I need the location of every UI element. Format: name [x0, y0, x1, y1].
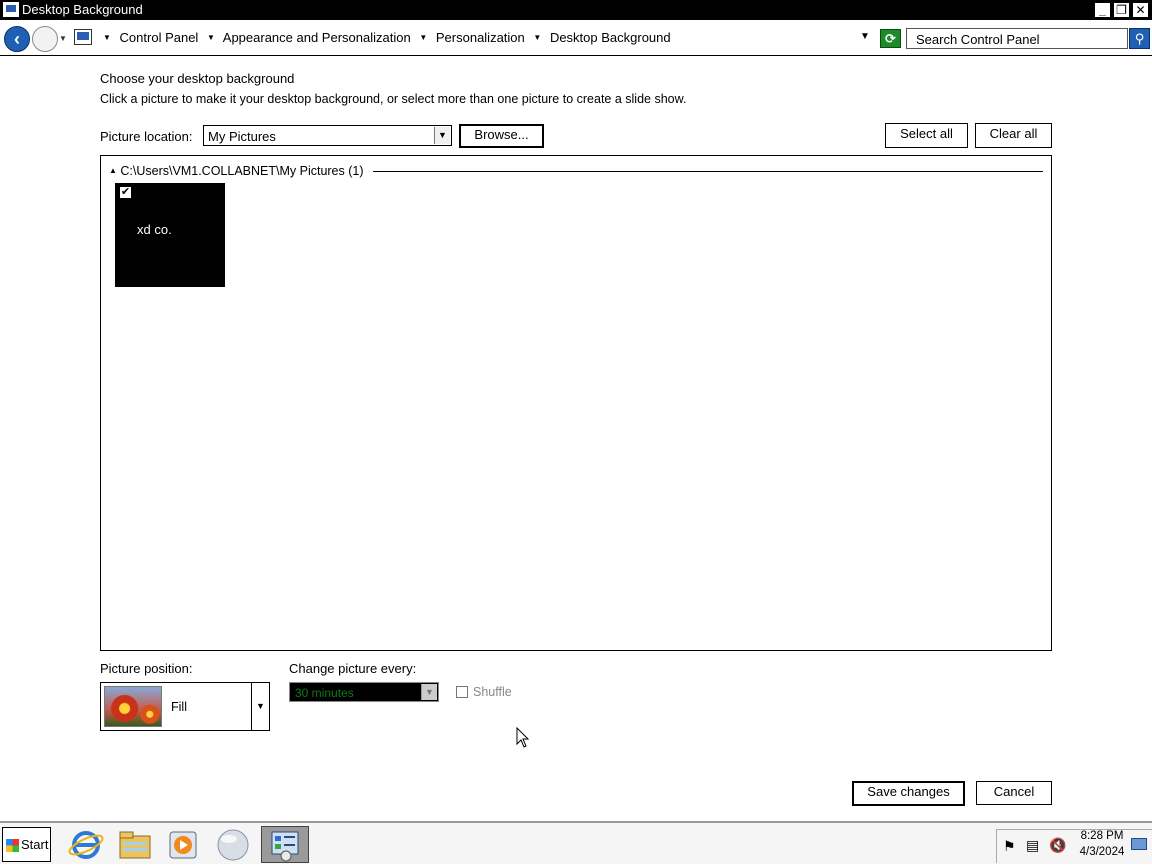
- picture-position-select[interactable]: Fill ▼: [100, 682, 270, 731]
- picture-thumbnail[interactable]: ✔ xd co.: [115, 183, 225, 287]
- group-header[interactable]: ▲ C:\Users\VM1.COLLABNET\My Pictures (1): [109, 164, 364, 178]
- clock-time: 8:28 PM: [1080, 830, 1124, 842]
- network-icon[interactable]: ▤: [1026, 837, 1039, 854]
- picture-location-select[interactable]: My Pictures ▼: [203, 125, 452, 146]
- chevron-down-icon: ▼: [251, 683, 269, 730]
- window-title-bar[interactable]: Desktop Background _ ❐ ✕: [0, 0, 1152, 20]
- control-panel-icon[interactable]: [261, 826, 309, 863]
- refresh-icon[interactable]: ⟳: [880, 29, 901, 48]
- change-picture-label: Change picture every:: [289, 661, 417, 676]
- thumbnail-caption: xd co.: [137, 222, 172, 237]
- mouse-cursor-icon: [516, 727, 530, 748]
- taskbar: Start ⚑ ▤ 🔇 8:28 PM 4/3/2024: [0, 821, 1152, 864]
- back-arrow-icon[interactable]: ‹: [4, 26, 30, 52]
- chevron-down-icon: ▼: [434, 127, 450, 144]
- breadcrumb-chevron-icon[interactable]: ▼: [533, 33, 541, 42]
- chevron-down-icon: ▼: [421, 684, 437, 700]
- clear-all-button[interactable]: Clear all: [975, 123, 1052, 148]
- page-title: Choose your desktop background: [100, 71, 295, 86]
- browse-button[interactable]: Browse...: [459, 124, 544, 148]
- show-desktop-icon[interactable]: [1131, 838, 1147, 850]
- minimize-button[interactable]: _: [1094, 2, 1111, 18]
- breadcrumb-chevron-icon[interactable]: ▼: [419, 33, 427, 42]
- start-label: Start: [21, 837, 49, 852]
- internet-explorer-icon[interactable]: [64, 826, 108, 863]
- group-header-label: C:\Users\VM1.COLLABNET\My Pictures (1): [120, 164, 364, 178]
- restore-button[interactable]: ❐: [1113, 2, 1130, 18]
- picture-position-label: Picture position:: [100, 661, 193, 676]
- search-icon[interactable]: ⚲: [1129, 28, 1150, 49]
- breadcrumb-chevron-icon[interactable]: ▼: [207, 33, 215, 42]
- breadcrumb-item-personalization[interactable]: Personalization: [436, 30, 525, 45]
- address-dropdown-icon[interactable]: ▼: [860, 31, 870, 42]
- save-changes-button[interactable]: Save changes: [852, 781, 965, 806]
- control-panel-app-icon: [3, 2, 19, 17]
- action-center-flag-icon[interactable]: ⚑: [1003, 838, 1016, 855]
- breadcrumb-chevron-icon[interactable]: ▼: [103, 33, 111, 42]
- position-preview-image: [104, 686, 162, 727]
- picture-position-value: Fill: [171, 700, 187, 714]
- change-picture-interval-select[interactable]: 30 minutes ▼: [289, 682, 439, 702]
- breadcrumb-item-desktop-background[interactable]: Desktop Background: [550, 30, 671, 45]
- cancel-button[interactable]: Cancel: [976, 781, 1052, 805]
- address-bar: ‹ ▼ ▼ Control Panel ▼ Appearance and Per…: [0, 20, 1152, 56]
- system-clock[interactable]: 8:28 PM 4/3/2024: [1072, 828, 1132, 860]
- group-divider: [373, 171, 1043, 172]
- window-title: Desktop Background: [22, 2, 143, 17]
- orb-app-icon[interactable]: [211, 826, 255, 863]
- clock-date: 4/3/2024: [1079, 846, 1125, 858]
- select-all-button[interactable]: Select all: [885, 123, 968, 148]
- shuffle-checkbox[interactable]: [456, 686, 468, 698]
- close-button[interactable]: ✕: [1132, 2, 1149, 18]
- recent-pages-dropdown-icon[interactable]: ▼: [59, 34, 67, 43]
- control-panel-icon: [74, 29, 92, 45]
- windows-logo-icon: [6, 839, 19, 852]
- picture-location-value: My Pictures: [208, 129, 276, 144]
- breadcrumb-item-control-panel[interactable]: Control Panel: [120, 30, 199, 45]
- shuffle-label[interactable]: Shuffle: [473, 685, 512, 699]
- search-input[interactable]: Search Control Panel: [906, 28, 1128, 49]
- collapse-group-icon[interactable]: ▲: [109, 166, 117, 175]
- media-player-icon[interactable]: [161, 826, 205, 863]
- picture-gallery[interactable]: ▲ C:\Users\VM1.COLLABNET\My Pictures (1)…: [100, 155, 1052, 651]
- picture-location-label: Picture location:: [100, 129, 193, 144]
- breadcrumb: ▼ Control Panel ▼ Appearance and Persona…: [98, 30, 671, 45]
- forward-arrow-icon[interactable]: [32, 26, 58, 52]
- start-button[interactable]: Start: [2, 827, 51, 862]
- breadcrumb-item-appearance[interactable]: Appearance and Personalization: [223, 30, 411, 45]
- volume-muted-icon[interactable]: 🔇: [1049, 837, 1066, 854]
- change-picture-interval-value: 30 minutes: [295, 686, 354, 700]
- file-explorer-icon[interactable]: [113, 826, 157, 863]
- instructions-text: Click a picture to make it your desktop …: [100, 92, 687, 106]
- picture-checkbox[interactable]: ✔: [119, 186, 132, 199]
